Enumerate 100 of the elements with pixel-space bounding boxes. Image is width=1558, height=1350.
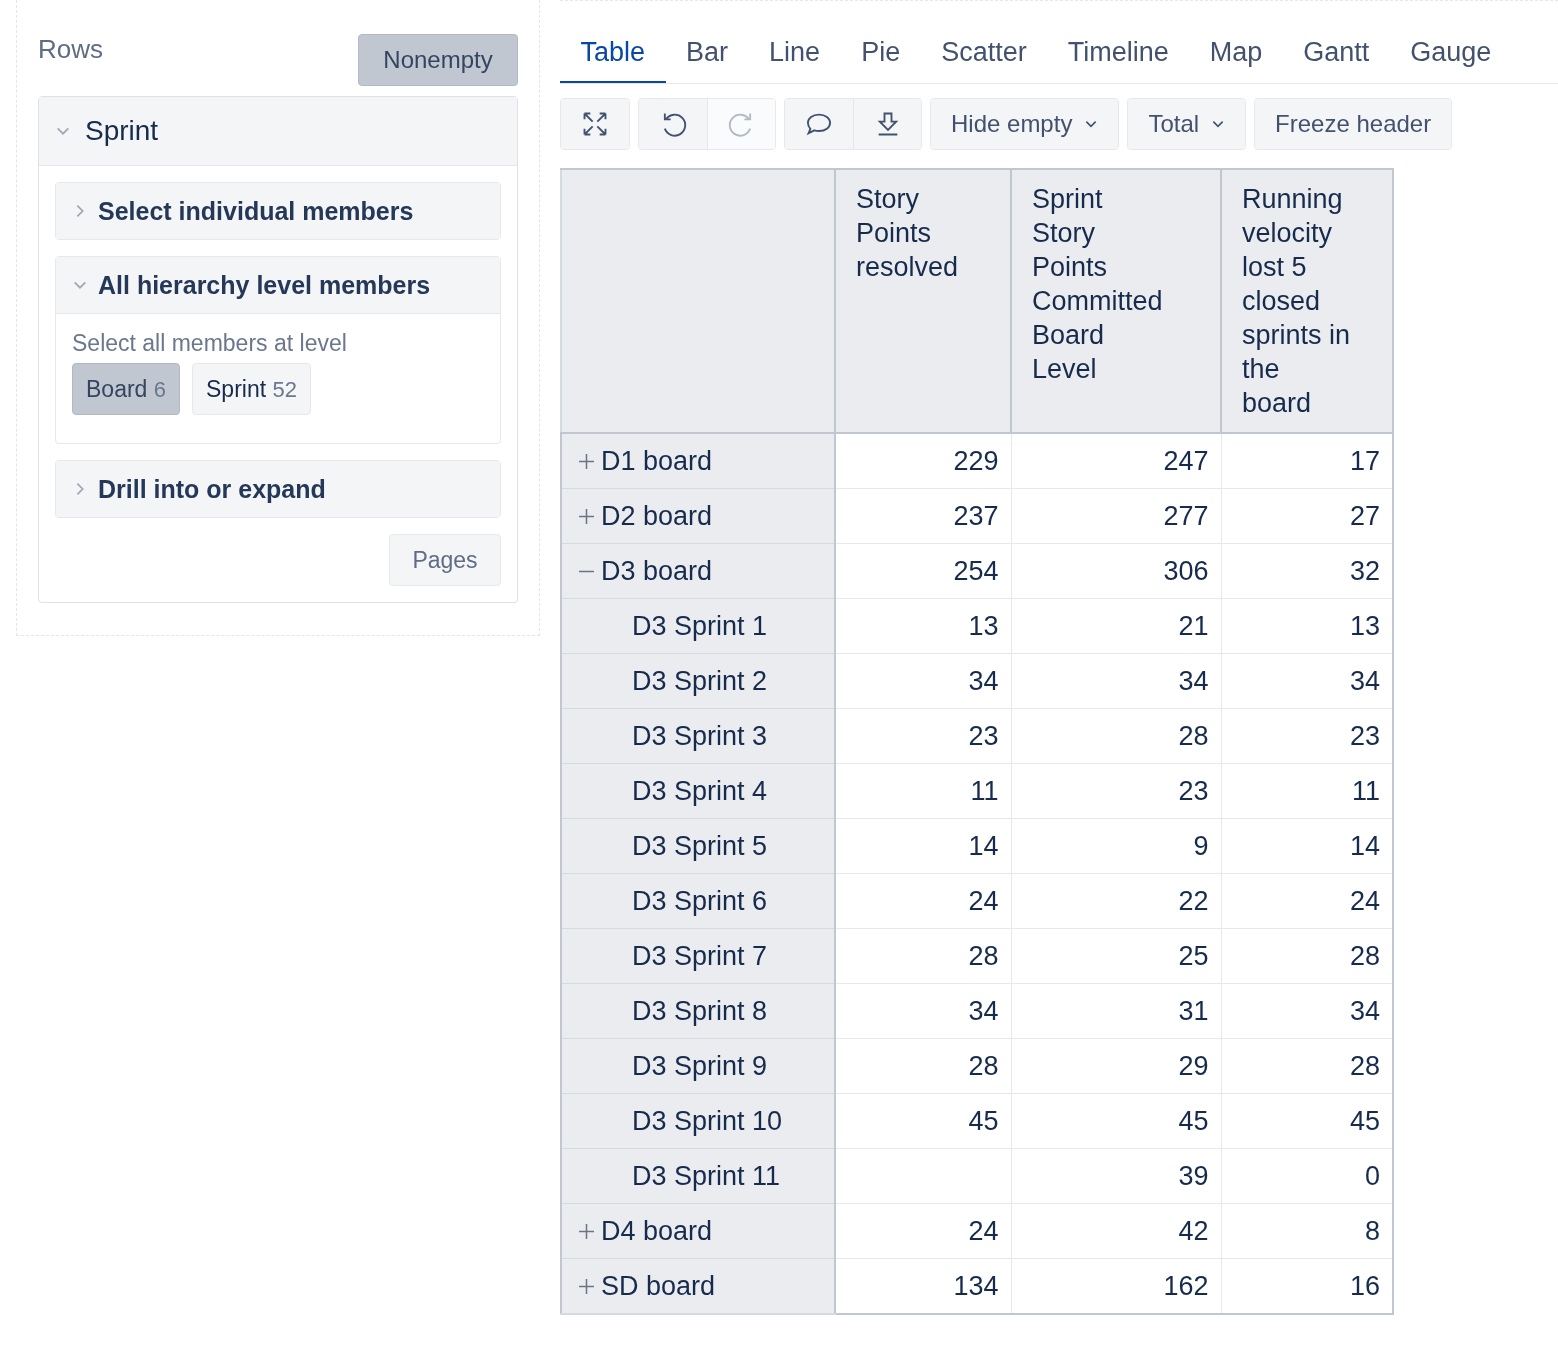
- row-header[interactable]: D3 Sprint 3: [561, 708, 835, 764]
- fullscreen-icon: [581, 110, 609, 138]
- row-header[interactable]: D3 Sprint 9: [561, 1038, 835, 1094]
- table-cell: 28: [1011, 708, 1221, 764]
- table-cell: 45: [1221, 1093, 1393, 1149]
- table-cell: 11: [1221, 763, 1393, 819]
- row-header[interactable]: D1 board: [561, 433, 835, 489]
- row-label: D3 Sprint 10: [631, 1105, 783, 1136]
- comment-button[interactable]: [785, 99, 853, 149]
- table-cell: 162: [1011, 1258, 1221, 1314]
- table-cell: 27: [1221, 488, 1393, 544]
- row-label: D3 Sprint 3: [631, 720, 768, 751]
- row-header[interactable]: D3 Sprint 5: [561, 818, 835, 874]
- row-header[interactable]: D3 Sprint 4: [561, 763, 835, 819]
- table-cell: 9: [1011, 818, 1221, 874]
- table-cell: 237: [835, 488, 1011, 544]
- table-cell: 254: [835, 543, 1011, 599]
- view-tab[interactable]: Map: [1189, 23, 1283, 83]
- section-header[interactable]: Select individual members: [56, 183, 500, 239]
- table-cell: 39: [1011, 1148, 1221, 1204]
- table-cell: 34: [1221, 983, 1393, 1039]
- table-cell: 0: [1221, 1148, 1393, 1204]
- table-cell: 28: [835, 928, 1011, 984]
- row-label: D3 Sprint 7: [631, 940, 768, 971]
- section-header[interactable]: Drill into or expand: [56, 461, 500, 517]
- column-header: Sprint Story Points Committed Board Level: [1011, 169, 1221, 433]
- row-label: SD board: [601, 1270, 716, 1301]
- row-label: D3 Sprint 2: [631, 665, 768, 696]
- row-label: D2 board: [601, 500, 713, 531]
- row-header[interactable]: D3 board: [561, 543, 835, 599]
- row-header[interactable]: D3 Sprint 11: [561, 1148, 835, 1204]
- table-cell: 42: [1011, 1203, 1221, 1259]
- table-cell: 247: [1011, 433, 1221, 489]
- panel-title: Rows: [38, 34, 103, 65]
- row-header[interactable]: D3 Sprint 10: [561, 1093, 835, 1149]
- dropdown-button[interactable]: Hide empty: [931, 99, 1119, 149]
- table-cell: 22: [1011, 873, 1221, 929]
- table-cell: 134: [835, 1258, 1011, 1314]
- view-tab[interactable]: Gauge: [1389, 23, 1512, 83]
- view-tab[interactable]: Line: [748, 23, 841, 83]
- table-cell: 31: [1011, 983, 1221, 1039]
- row-header[interactable]: D3 Sprint 7: [561, 928, 835, 984]
- row-label: D4 board: [601, 1215, 713, 1246]
- row-header[interactable]: D3 Sprint 2: [561, 653, 835, 709]
- plus-icon[interactable]: [578, 452, 595, 470]
- view-tab[interactable]: Scatter: [920, 23, 1048, 83]
- download-button[interactable]: [853, 99, 921, 149]
- table-cell: 17: [1221, 433, 1393, 489]
- level-chip[interactable]: Board 6: [72, 363, 180, 415]
- view-tab[interactable]: Table: [560, 23, 666, 83]
- row-label: D3 Sprint 4: [631, 775, 768, 806]
- row-header[interactable]: D2 board: [561, 488, 835, 544]
- row-label: D3 Sprint 8: [631, 995, 768, 1026]
- row-label: D3 Sprint 1: [631, 610, 768, 641]
- level-chip[interactable]: Sprint 52: [192, 363, 311, 415]
- dimension-header[interactable]: Sprint: [39, 97, 517, 166]
- table-cell: 13: [1221, 598, 1393, 654]
- table-cell: 45: [835, 1093, 1011, 1149]
- plus-icon[interactable]: [578, 1277, 595, 1295]
- table-cell: 28: [1221, 1038, 1393, 1094]
- table-cell: 23: [1011, 763, 1221, 819]
- table-cell: 34: [835, 653, 1011, 709]
- table-cell: 16: [1221, 1258, 1393, 1314]
- fullscreen-button[interactable]: [561, 99, 629, 149]
- dropdown-button[interactable]: Total: [1128, 99, 1246, 149]
- row-label: D3 Sprint 11: [631, 1160, 781, 1191]
- table-cell: 29: [1011, 1038, 1221, 1094]
- view-tab[interactable]: Gantt: [1282, 23, 1390, 83]
- table-cell: 14: [835, 818, 1011, 874]
- row-header[interactable]: D3 Sprint 1: [561, 598, 835, 654]
- table-cell: 229: [835, 433, 1011, 489]
- row-header[interactable]: D3 Sprint 8: [561, 983, 835, 1039]
- table-cell: 34: [835, 983, 1011, 1039]
- table-cell: 8: [1221, 1203, 1393, 1259]
- plus-icon[interactable]: [578, 1222, 595, 1240]
- table-cell: 32: [1221, 543, 1393, 599]
- table-cell: 24: [835, 873, 1011, 929]
- section-header[interactable]: All hierarchy level members: [56, 257, 500, 313]
- table-cell: 34: [1011, 653, 1221, 709]
- column-header: Story Points resolved: [835, 169, 1011, 433]
- plus-icon[interactable]: [578, 507, 595, 525]
- table-cell: 25: [1011, 928, 1221, 984]
- row-header[interactable]: SD board: [561, 1258, 835, 1314]
- view-tab[interactable]: Pie: [840, 23, 921, 83]
- row-label: D3 Sprint 5: [631, 830, 768, 861]
- toolbar-button[interactable]: Freeze header: [1255, 99, 1452, 149]
- nonempty-button[interactable]: Nonempty: [358, 34, 518, 86]
- table-cell: 21: [1011, 598, 1221, 654]
- row-header[interactable]: D4 board: [561, 1203, 835, 1259]
- table-cell: 45: [1011, 1093, 1221, 1149]
- table-cell: 14: [1221, 818, 1393, 874]
- pages-button[interactable]: Pages: [389, 534, 501, 586]
- table-cell: 23: [835, 708, 1011, 764]
- row-header[interactable]: D3 Sprint 6: [561, 873, 835, 929]
- view-tab[interactable]: Timeline: [1047, 23, 1190, 83]
- view-tab[interactable]: Bar: [665, 23, 749, 83]
- table-cell: 277: [1011, 488, 1221, 544]
- undo-button[interactable]: [639, 99, 707, 149]
- table-cell: 28: [1221, 928, 1393, 984]
- level-hint: Select all members at level: [72, 330, 348, 357]
